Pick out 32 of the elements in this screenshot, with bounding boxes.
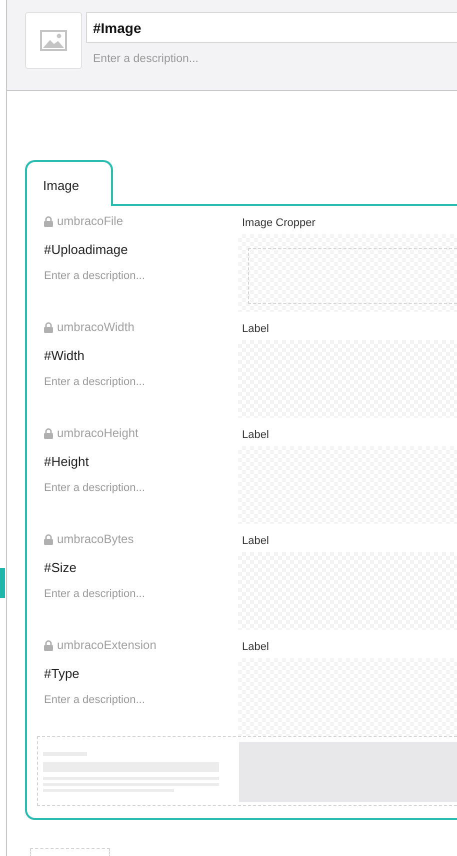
description-field[interactable]: Enter a description...	[44, 692, 238, 708]
editor-label: Label	[241, 323, 269, 335]
property-alias: umbracoFile	[57, 213, 124, 230]
property-alias: umbracoWidth	[57, 319, 134, 336]
group-tab[interactable]: Image	[25, 160, 113, 206]
property-name[interactable]: #Type	[44, 664, 238, 684]
description-field[interactable]: Enter a description...	[86, 51, 457, 68]
lock-icon	[44, 534, 53, 544]
drop-zone[interactable]	[37, 736, 457, 806]
editor-label: Label	[241, 429, 269, 441]
description-field[interactable]: Enter a description...	[44, 586, 238, 602]
property-alias: umbracoExtension	[57, 637, 156, 654]
property-name[interactable]: #Size	[44, 558, 238, 578]
property-name[interactable]: #Uploadimage	[44, 240, 238, 260]
editor-label: Label	[241, 641, 269, 653]
lock-icon	[44, 428, 53, 438]
lock-icon	[44, 216, 53, 226]
name-field[interactable]: #Image	[86, 12, 457, 43]
icon-picker[interactable]	[25, 12, 82, 69]
property-name[interactable]: #Width	[44, 346, 238, 366]
lock-icon	[44, 322, 53, 332]
property-alias: umbracoBytes	[57, 531, 134, 548]
editor-label: Image Cropper	[241, 217, 316, 229]
description-field[interactable]: Enter a description...	[44, 374, 238, 390]
description-field[interactable]: Enter a description...	[44, 268, 238, 284]
lock-icon	[44, 640, 53, 650]
image-icon	[40, 30, 67, 51]
active-indicator	[0, 568, 5, 598]
editor-label: Label	[241, 535, 269, 547]
property-alias: umbracoHeight	[57, 425, 138, 442]
description-field[interactable]: Enter a description...	[44, 480, 238, 496]
property-name[interactable]: #Height	[44, 452, 238, 472]
